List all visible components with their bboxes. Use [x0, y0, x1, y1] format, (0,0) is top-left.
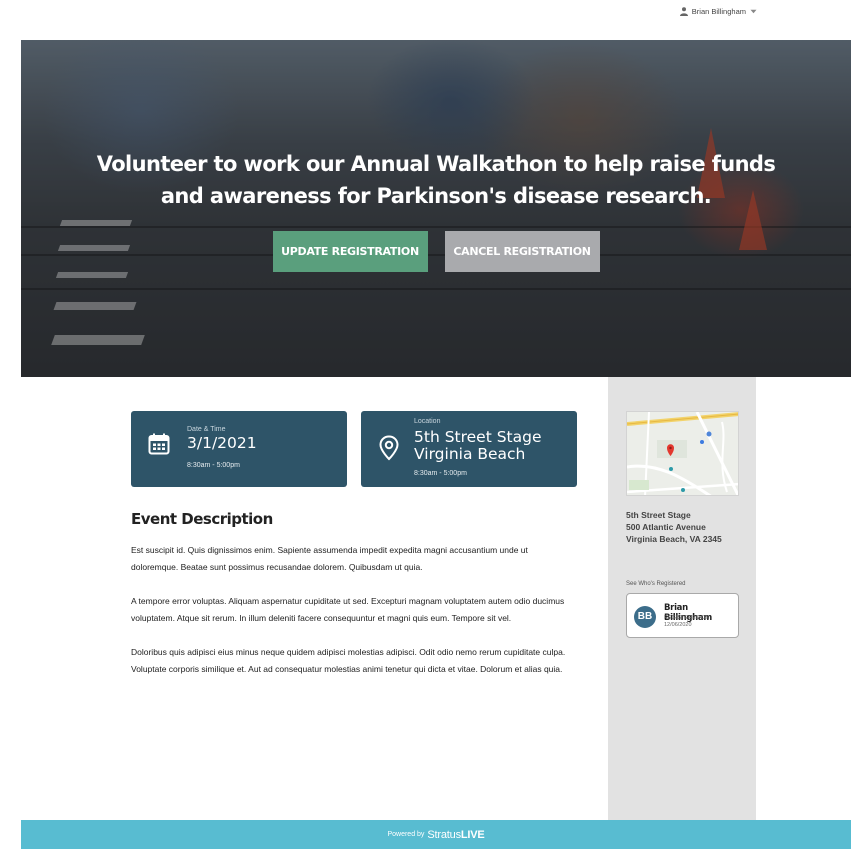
address-line: 5th Street Stage — [626, 510, 691, 520]
person-icon — [679, 7, 688, 16]
address-line: Virginia Beach, VA 2345 — [626, 534, 722, 544]
user-name: Brian Billingham — [691, 7, 746, 16]
location-time: 8:30am - 5:00pm — [414, 470, 467, 477]
caret-down-icon — [750, 9, 757, 14]
registrant-card[interactable]: BB Brian Billingham REGISTERED ON 12/06/… — [626, 593, 739, 638]
hero-actions: UPDATE REGISTRATION CANCEL REGISTRATION — [21, 231, 851, 272]
date-time-label: Date & Time — [187, 426, 226, 433]
stratuslive-logo[interactable]: StratusLIVE — [427, 829, 484, 841]
registration-date: 12/06/2020 — [664, 622, 692, 628]
location-line: Virginia Beach — [414, 445, 526, 463]
main-content: Date & Time 3/1/2021 8:30am - 5:00pm Loc… — [131, 411, 577, 678]
hero-title-line: and awareness for Parkinson's disease re… — [160, 184, 712, 208]
event-address: 5th Street Stage 500 Atlantic Avenue Vir… — [626, 509, 722, 545]
cancel-registration-button[interactable]: CANCEL REGISTRATION — [444, 231, 600, 272]
event-description: Event Description Est suscipit id. Quis … — [131, 510, 577, 678]
powered-by-text: Powered by — [387, 831, 425, 838]
description-paragraph: Est suscipit id. Quis dignissimos enim. … — [131, 545, 528, 572]
registered-label: See Who's Registered — [626, 581, 686, 587]
location-map[interactable] — [626, 411, 739, 496]
hero-title: Volunteer to work our Annual Walkathon t… — [21, 148, 851, 212]
description-paragraph: A tempore error voluptas. Aliquam aspern… — [131, 596, 565, 623]
sidebar: 5th Street Stage 500 Atlantic Avenue Vir… — [608, 377, 756, 820]
top-bar: Brian Billingham — [0, 0, 851, 40]
hero-title-line: Volunteer to work our Annual Walkathon t… — [96, 152, 776, 176]
map-pin-icon — [379, 435, 399, 466]
address-line: 500 Atlantic Avenue — [626, 522, 706, 532]
description-title: Event Description — [131, 510, 273, 528]
update-registration-button[interactable]: UPDATE REGISTRATION — [272, 231, 428, 272]
brand-light: Stratus — [427, 828, 461, 841]
hero-banner: Volunteer to work our Annual Walkathon t… — [21, 40, 851, 377]
date-time-card: Date & Time 3/1/2021 8:30am - 5:00pm — [131, 411, 347, 487]
location-line: 5th Street Stage — [414, 428, 542, 446]
event-date: 3/1/2021 — [187, 434, 257, 452]
location-label: Location — [414, 418, 441, 425]
user-menu[interactable]: Brian Billingham — [679, 7, 757, 16]
footer: Powered by StratusLIVE — [21, 820, 851, 849]
registration-status: REGISTERED ON — [664, 615, 710, 621]
avatar: BB — [634, 606, 656, 628]
calendar-icon — [148, 433, 170, 460]
location-name: 5th Street Stage Virginia Beach — [414, 429, 542, 463]
brand-bold: LIVE — [460, 828, 485, 841]
event-time: 8:30am - 5:00pm — [187, 462, 240, 469]
event-info-cards: Date & Time 3/1/2021 8:30am - 5:00pm Loc… — [131, 411, 577, 487]
location-card: Location 5th Street Stage Virginia Beach… — [361, 411, 577, 487]
description-paragraph: Doloribus quis adipisci eius minus neque… — [131, 647, 566, 674]
